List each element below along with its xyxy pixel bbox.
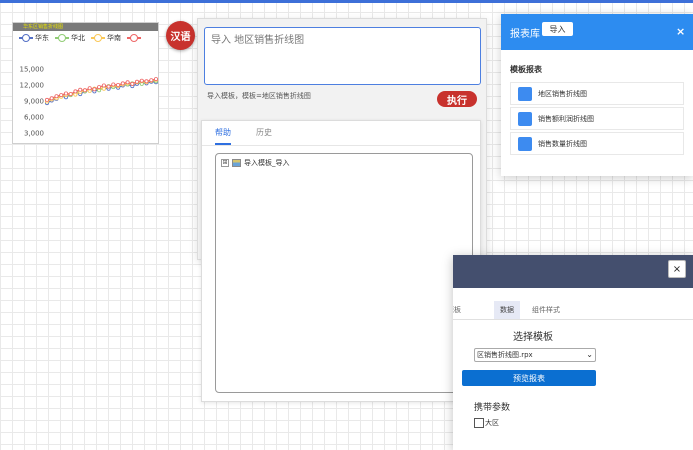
data-point[interactable] — [116, 83, 121, 88]
tree-node[interactable]: ⊞ 导入模板_导入 — [221, 158, 290, 168]
data-point[interactable] — [49, 96, 54, 101]
template-icon — [232, 159, 241, 167]
report-icon — [518, 111, 532, 126]
language-button[interactable]: 汉语 — [166, 21, 195, 50]
data-point[interactable] — [120, 81, 125, 86]
series-line-0[interactable] — [46, 81, 157, 104]
report-item-label: 销售数量折线图 — [538, 139, 587, 148]
tab-history[interactable]: 历史 — [256, 121, 272, 144]
template-select-value: 区销售折线图.rpx — [477, 351, 533, 359]
preview-report-button[interactable]: 预览报表 — [462, 370, 596, 386]
data-point[interactable] — [64, 91, 69, 96]
close-icon[interactable]: × — [668, 260, 686, 278]
report-item-profit[interactable]: 销售额利润折线图 — [510, 107, 684, 130]
data-point[interactable] — [125, 80, 130, 85]
data-point[interactable] — [73, 89, 78, 94]
report-library-title: 报表库 — [510, 29, 540, 40]
report-library-panel: 报表库 导入 × 模板报表 地区销售折线图 销售额利润折线图 销售数量折线图 — [501, 14, 693, 176]
y-tick-label: 9,000 — [24, 98, 44, 106]
template-select[interactable]: 区销售折线图.rpx ⌄ — [474, 348, 596, 362]
region-checkbox[interactable]: 大区 — [474, 418, 499, 428]
data-point[interactable] — [54, 94, 59, 99]
data-point[interactable] — [45, 97, 50, 102]
data-point[interactable] — [78, 87, 83, 92]
report-item-label: 地区销售折线图 — [538, 89, 587, 98]
report-item-region-sales[interactable]: 地区销售折线图 — [510, 82, 684, 105]
report-item-quantity[interactable]: 销售数量折线图 — [510, 132, 684, 155]
execute-button[interactable]: 执行 — [437, 91, 477, 107]
tab-component-style[interactable]: 组件样式 — [532, 301, 560, 319]
report-library-header: 报表库 导入 × — [501, 14, 693, 50]
command-hint: 导入模板，模板=地区销售折线图 — [207, 92, 311, 100]
report-icon — [518, 86, 532, 101]
y-tick-label: 6,000 — [24, 114, 44, 122]
preview-dialog: × 模板 数据 组件样式 选择模板 区销售折线图.rpx ⌄ 预览报表 携带参数… — [453, 255, 693, 450]
report-item-label: 销售额利润折线图 — [538, 114, 594, 123]
carry-params-label: 携带参数 — [474, 403, 511, 413]
import-button[interactable]: 导入 — [542, 22, 573, 36]
expand-icon[interactable]: ⊞ — [221, 159, 229, 167]
data-point[interactable] — [111, 82, 116, 87]
data-point[interactable] — [106, 84, 111, 89]
data-point[interactable] — [144, 79, 149, 84]
data-point[interactable] — [92, 87, 97, 92]
sales-line-chart[interactable]: 华东区销售折线图 华东 华北 华南 15,000 12,000 9,000 6,000… — [12, 22, 159, 144]
series-line-1[interactable] — [46, 80, 157, 102]
chart-plot-area: 15,000 12,000 9,000 6,000 3,000 — [20, 66, 158, 138]
data-point[interactable] — [97, 85, 102, 90]
report-list: 地区销售折线图 销售额利润折线图 销售数量折线图 — [510, 82, 684, 157]
data-point[interactable] — [101, 86, 106, 91]
data-point[interactable] — [59, 93, 64, 98]
y-tick-label: 3,000 — [24, 130, 44, 138]
data-point[interactable] — [139, 78, 144, 83]
select-template-heading: 选择模板 — [513, 332, 553, 343]
data-point[interactable] — [82, 88, 87, 93]
checkbox-box[interactable] — [474, 418, 484, 428]
chevron-down-icon: ⌄ — [586, 350, 593, 359]
y-tick-label: 12,000 — [20, 82, 45, 90]
data-point[interactable] — [153, 77, 158, 82]
data-point[interactable] — [149, 78, 154, 83]
data-point[interactable] — [68, 92, 73, 97]
command-tree: ⊞ 导入模板_导入 — [215, 153, 473, 393]
tab-template[interactable]: 模板 — [453, 301, 461, 319]
help-history-panel: 帮助 历史 ⊞ 导入模板_导入 — [201, 120, 481, 402]
data-point[interactable] — [101, 83, 106, 88]
data-point[interactable] — [135, 79, 140, 84]
data-point[interactable] — [130, 81, 135, 86]
template-report-heading: 模板报表 — [510, 65, 542, 74]
command-input[interactable]: 导入 地区销售折线图 — [204, 27, 481, 85]
tab-help[interactable]: 帮助 — [215, 121, 231, 145]
top-accent-bar — [0, 0, 693, 3]
checkbox-label: 大区 — [485, 419, 499, 427]
y-tick-label: 15,000 — [20, 66, 45, 74]
data-point[interactable] — [87, 86, 92, 91]
tab-bar: 帮助 历史 — [202, 121, 480, 146]
close-icon[interactable]: × — [676, 25, 685, 38]
tab-data[interactable]: 数据 — [494, 301, 520, 319]
dialog-header: × — [453, 255, 693, 288]
tree-node-label: 导入模板_导入 — [244, 159, 290, 167]
dialog-tab-bar: 模板 数据 组件样式 — [453, 301, 693, 320]
report-icon — [518, 136, 532, 151]
data-point[interactable] — [73, 92, 78, 97]
